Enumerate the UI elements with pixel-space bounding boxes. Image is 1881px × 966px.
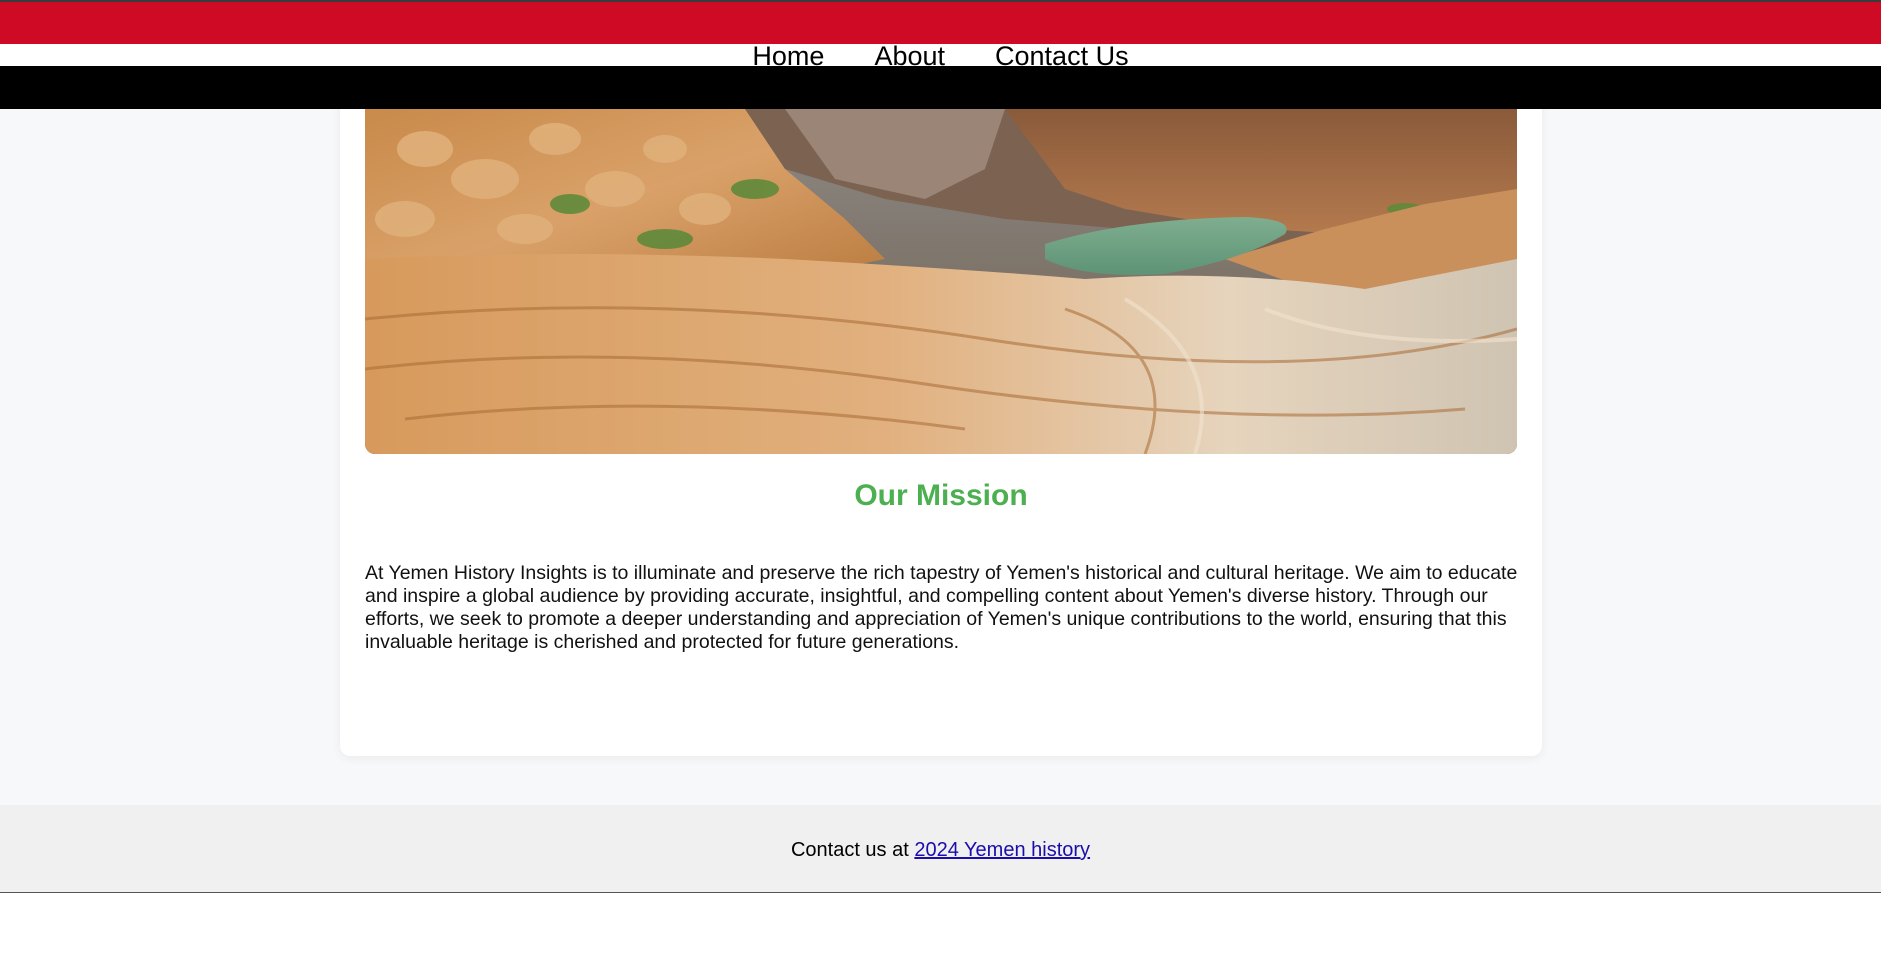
footer-prefix: Contact us at (790, 839, 915, 861)
nav-link-contact[interactable]: Contact Us (995, 38, 1129, 74)
footer: Contact us at 2024 Yemen history (0, 805, 1881, 893)
page: Our Mission At Yemen History Insights is… (0, 0, 1881, 966)
content-card: Our Mission At Yemen History Insights is… (340, 80, 1542, 756)
nav-link-about[interactable]: About (874, 38, 945, 74)
footer-link[interactable]: 2024 Yemen history (914, 839, 1090, 861)
nav-link-home[interactable]: Home (752, 38, 824, 74)
footer-text: Contact us at 2024 Yemen history (791, 838, 1090, 862)
mission-text: At Yemen History Insights is to illumina… (365, 562, 1518, 653)
mission-title: Our Mission (854, 479, 1028, 512)
hero-image (365, 109, 1517, 454)
below-footer-space (0, 893, 1881, 966)
main-nav: Home About Contact Us (0, 38, 1881, 74)
